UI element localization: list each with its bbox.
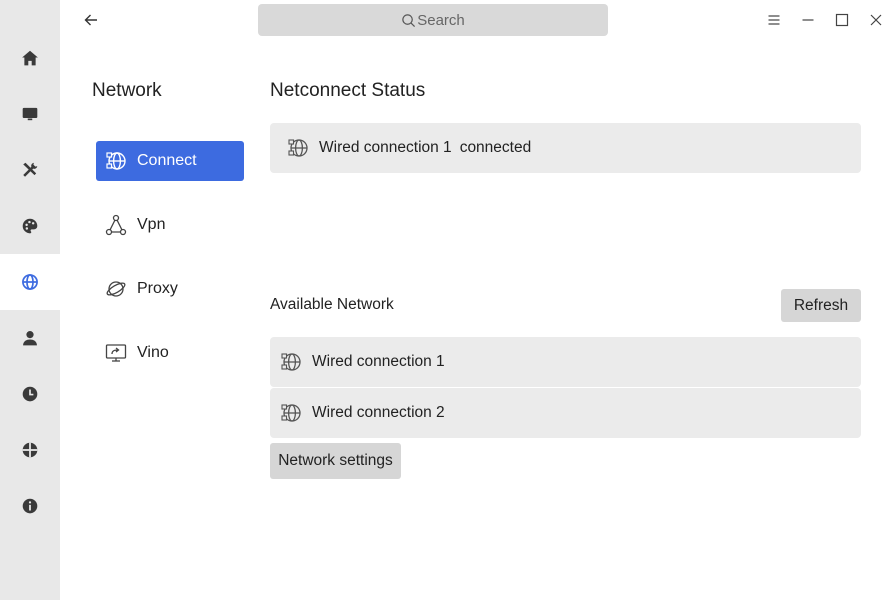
rail-item-network[interactable] bbox=[0, 254, 60, 310]
nav-item-proxy[interactable]: Proxy bbox=[96, 269, 244, 309]
nav-item-connect[interactable]: Connect bbox=[96, 141, 244, 181]
maximize-button[interactable] bbox=[832, 10, 852, 30]
nav-item-vino[interactable]: Vino bbox=[96, 333, 244, 373]
connection-state: connected bbox=[459, 139, 532, 156]
menu-button[interactable] bbox=[764, 10, 784, 30]
nav-item-label: Vino bbox=[137, 344, 169, 361]
connection-status-card: Wired connection 1 connected bbox=[270, 123, 861, 173]
tools-icon bbox=[23, 162, 38, 177]
minimize-button[interactable] bbox=[798, 10, 818, 30]
status-heading: Netconnect Status bbox=[270, 80, 426, 101]
user-icon bbox=[23, 331, 37, 346]
monitor-icon bbox=[22, 107, 38, 121]
network-list-item[interactable]: Wired connection 2 bbox=[270, 388, 861, 438]
nav-item-label: Proxy bbox=[137, 280, 178, 297]
rail-item-tools[interactable] bbox=[0, 142, 60, 198]
palette-icon bbox=[22, 218, 38, 234]
info-icon bbox=[22, 498, 38, 514]
search-input[interactable]: Search bbox=[258, 4, 608, 36]
nav-item-vpn[interactable]: Vpn bbox=[96, 205, 244, 245]
rail-item-display[interactable] bbox=[0, 86, 60, 142]
network-name: Wired connection 2 bbox=[312, 404, 445, 421]
screen-share-icon bbox=[105, 344, 127, 362]
nav-item-label: Vpn bbox=[137, 216, 166, 233]
network-globe-icon bbox=[22, 274, 38, 290]
update-icon bbox=[22, 442, 38, 458]
network-globe-icon bbox=[106, 152, 126, 170]
nav-item-label: Connect bbox=[137, 152, 197, 169]
arrow-left-icon bbox=[84, 14, 97, 26]
network-name: Wired connection 1 bbox=[312, 353, 445, 370]
vpn-nodes-icon bbox=[105, 214, 127, 236]
wired-network-icon bbox=[281, 404, 301, 422]
connection-name: Wired connection 1 bbox=[319, 139, 452, 156]
maximize-icon bbox=[835, 13, 849, 27]
rail-item-datetime[interactable] bbox=[0, 366, 60, 422]
close-button[interactable] bbox=[866, 10, 886, 30]
rail-item-update[interactable] bbox=[0, 422, 60, 478]
rail-item-about[interactable] bbox=[0, 478, 60, 534]
rail-item-home[interactable] bbox=[0, 30, 60, 86]
close-icon bbox=[870, 14, 882, 26]
available-network-label: Available Network bbox=[270, 296, 394, 313]
section-title: Network bbox=[92, 80, 162, 101]
refresh-button[interactable]: Refresh bbox=[781, 289, 861, 322]
home-icon bbox=[22, 50, 38, 66]
wired-network-icon bbox=[288, 139, 308, 157]
network-list-item[interactable]: Wired connection 1 bbox=[270, 337, 861, 387]
network-settings-button[interactable]: Network settings bbox=[270, 443, 401, 479]
hamburger-menu-icon bbox=[768, 15, 780, 25]
planet-icon bbox=[106, 281, 126, 297]
rail-item-personalize[interactable] bbox=[0, 198, 60, 254]
rail-item-account[interactable] bbox=[0, 310, 60, 366]
search-icon bbox=[402, 13, 416, 27]
wired-network-icon bbox=[281, 353, 301, 371]
back-button[interactable] bbox=[78, 8, 104, 32]
search-placeholder: Search bbox=[417, 11, 465, 29]
sidebar-rail bbox=[0, 0, 60, 600]
clock-icon bbox=[22, 386, 38, 402]
minimize-icon bbox=[802, 19, 814, 21]
